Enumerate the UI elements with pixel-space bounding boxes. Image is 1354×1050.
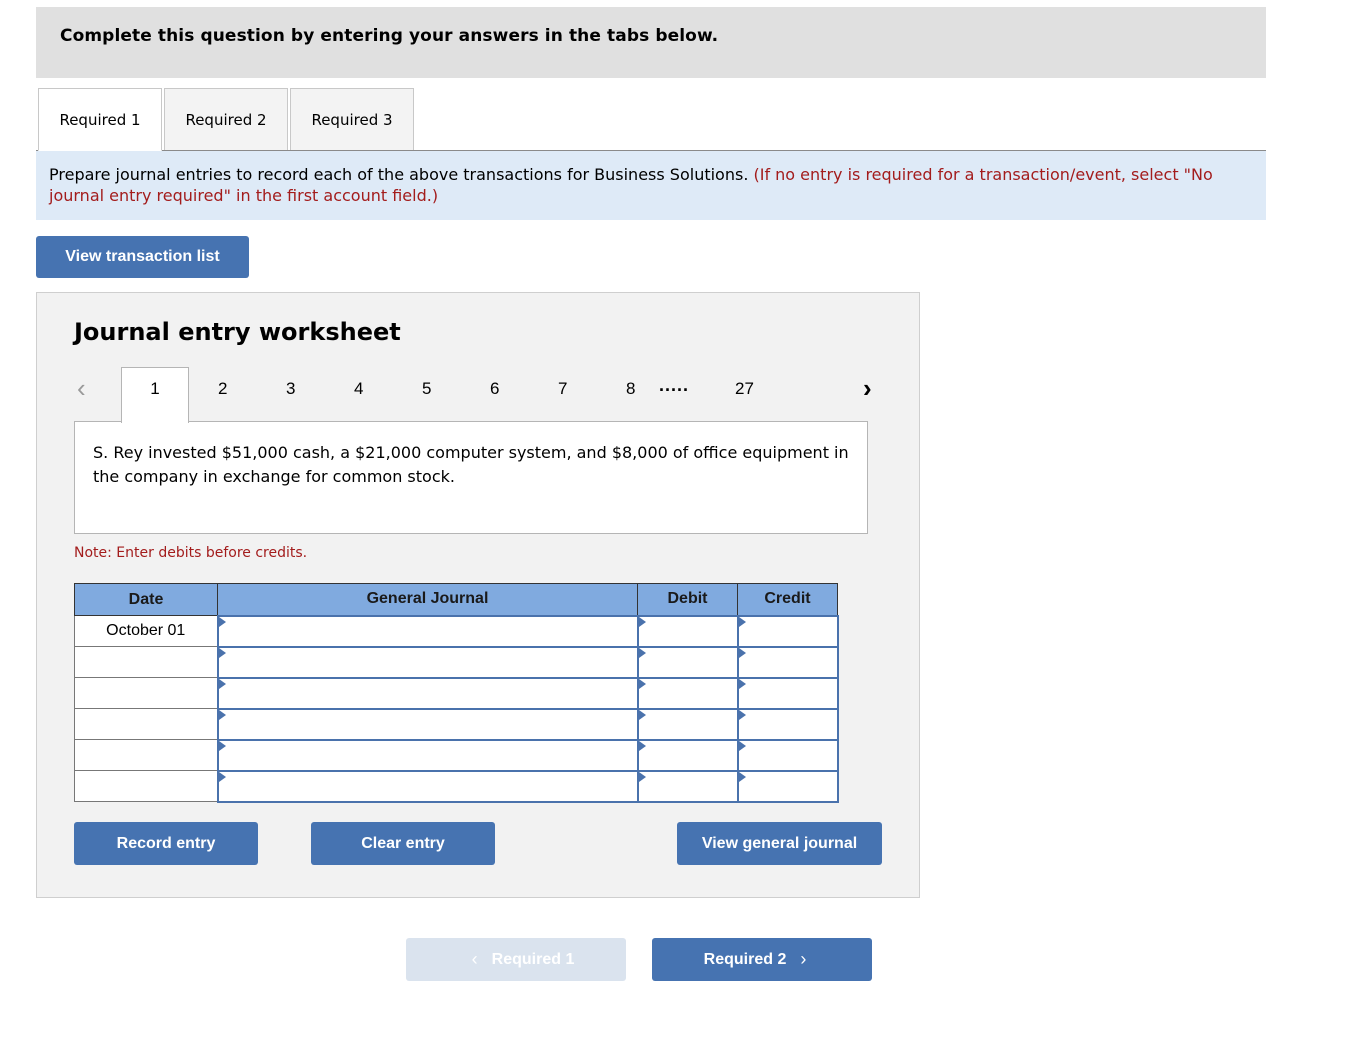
next-required-label: Required 2 xyxy=(703,950,787,968)
account-select[interactable] xyxy=(216,645,639,679)
debit-input[interactable] xyxy=(636,769,739,803)
view-general-journal-button[interactable]: View general journal xyxy=(677,822,882,865)
table-row: October 01 xyxy=(74,614,839,648)
transaction-pager: ‹ 1 2 3 4 5 6 7 8 ..... 27 › xyxy=(37,367,921,423)
chevron-right-icon: › xyxy=(800,949,807,969)
view-transaction-list-button[interactable]: View transaction list xyxy=(36,236,249,278)
credit-input[interactable] xyxy=(736,769,839,803)
date-cell xyxy=(74,770,218,802)
page-7[interactable]: 7 xyxy=(558,379,567,399)
debit-input[interactable] xyxy=(636,614,739,648)
page-6[interactable]: 6 xyxy=(490,379,499,399)
account-select[interactable] xyxy=(216,707,639,741)
header-credit: Credit xyxy=(737,583,838,616)
table-row xyxy=(74,738,839,772)
debit-input[interactable] xyxy=(636,707,739,741)
tab-required-1[interactable]: Required 1 xyxy=(38,88,162,151)
credit-input[interactable] xyxy=(736,707,839,741)
pager-ellipsis: ..... xyxy=(659,375,690,395)
chevron-left-icon: ‹ xyxy=(471,949,478,969)
date-cell xyxy=(74,739,218,771)
credit-input[interactable] xyxy=(736,738,839,772)
banner-text: Complete this question by entering your … xyxy=(60,26,719,46)
account-select[interactable] xyxy=(216,738,639,772)
date-cell xyxy=(74,646,218,678)
debits-credits-note: Note: Enter debits before credits. xyxy=(74,545,308,561)
debit-input[interactable] xyxy=(636,676,739,710)
chevron-right-icon[interactable]: › xyxy=(863,373,872,404)
instructions-panel: Prepare journal entries to record each o… xyxy=(36,151,1266,220)
page-3[interactable]: 3 xyxy=(286,379,295,399)
account-select[interactable] xyxy=(216,614,639,648)
debit-input[interactable] xyxy=(636,645,739,679)
table-header-row: Date General Journal Debit Credit xyxy=(74,583,838,616)
header-general-journal: General Journal xyxy=(217,583,638,616)
tab-required-2[interactable]: Required 2 xyxy=(164,88,288,151)
page-8[interactable]: 8 xyxy=(626,379,635,399)
table-row xyxy=(74,645,839,679)
page-1[interactable]: 1 xyxy=(121,367,189,423)
credit-input[interactable] xyxy=(736,614,839,648)
record-entry-button[interactable]: Record entry xyxy=(74,822,258,865)
tab-required-3[interactable]: Required 3 xyxy=(290,88,414,151)
date-cell xyxy=(74,708,218,740)
next-required-button[interactable]: Required 2 › xyxy=(652,938,872,981)
previous-required-label: Required 1 xyxy=(491,950,575,968)
header-date: Date xyxy=(74,583,218,616)
instructions-text: Prepare journal entries to record each o… xyxy=(49,165,754,184)
tab-divider xyxy=(36,150,1266,151)
page-2[interactable]: 2 xyxy=(218,379,227,399)
table-row xyxy=(74,769,839,803)
date-cell: October 01 xyxy=(74,615,218,647)
credit-input[interactable] xyxy=(736,676,839,710)
clear-entry-button[interactable]: Clear entry xyxy=(311,822,495,865)
debit-input[interactable] xyxy=(636,738,739,772)
chevron-left-icon[interactable]: ‹ xyxy=(77,373,86,404)
page-27[interactable]: 27 xyxy=(735,379,754,399)
credit-input[interactable] xyxy=(736,645,839,679)
transaction-description: S. Rey invested $51,000 cash, a $21,000 … xyxy=(74,421,868,534)
page-4[interactable]: 4 xyxy=(354,379,363,399)
journal-table: Date General Journal Debit Credit Octobe… xyxy=(74,583,839,803)
date-cell xyxy=(74,677,218,709)
table-row xyxy=(74,676,839,710)
page-5[interactable]: 5 xyxy=(422,379,431,399)
header-debit: Debit xyxy=(637,583,738,616)
table-row xyxy=(74,707,839,741)
worksheet-title: Journal entry worksheet xyxy=(74,318,401,346)
previous-required-button: ‹ Required 1 xyxy=(406,938,626,981)
requirement-tabs: Required 1 Required 2 Required 3 xyxy=(38,88,416,151)
instruction-banner: Complete this question by entering your … xyxy=(36,7,1266,78)
journal-entry-worksheet: Journal entry worksheet ‹ 1 2 3 4 5 6 7 … xyxy=(36,292,920,898)
account-select[interactable] xyxy=(216,676,639,710)
account-select[interactable] xyxy=(216,769,639,803)
